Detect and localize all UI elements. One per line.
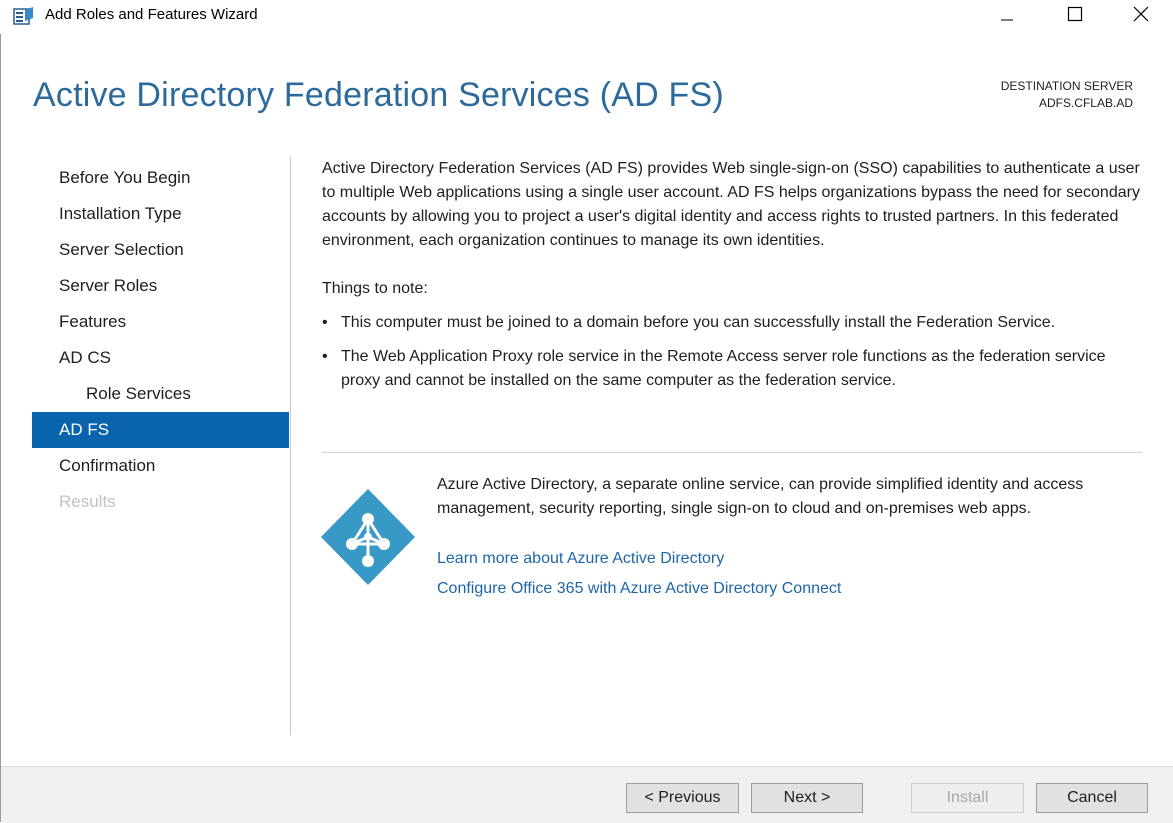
destination-server-info: DESTINATION SERVER ADFS.CFLAB.AD (1001, 78, 1133, 112)
nav-item-confirmation[interactable]: Confirmation (32, 448, 289, 484)
maximize-icon (1067, 6, 1083, 26)
window-title: Add Roles and Features Wizard (45, 6, 258, 23)
page-title: Active Directory Federation Services (AD… (33, 76, 724, 114)
wizard-steps-nav: Before You Begin Installation Type Serve… (32, 160, 289, 520)
minimize-button[interactable] (984, 0, 1030, 32)
note-text: This computer must be joined to a domain… (341, 314, 1056, 331)
bullet-icon: • (322, 314, 328, 331)
cancel-button[interactable]: Cancel (1036, 783, 1148, 813)
note-text: The Web Application Proxy role service i… (341, 348, 1106, 389)
destination-server-name: ADFS.CFLAB.AD (1038, 96, 1133, 110)
nav-item-ad-cs[interactable]: AD CS (32, 340, 289, 376)
section-divider (322, 452, 1142, 453)
maximize-button[interactable] (1052, 0, 1098, 32)
title-bar[interactable]: Add Roles and Features Wizard (0, 0, 1173, 34)
azure-active-directory-icon (321, 489, 415, 585)
next-button[interactable]: Next > (751, 783, 863, 813)
destination-label: DESTINATION SERVER (1000, 79, 1133, 93)
notes-heading: Things to note: (322, 280, 428, 297)
close-icon (1133, 6, 1149, 26)
nav-item-before-you-begin[interactable]: Before You Begin (32, 160, 289, 196)
note-item: • This computer must be joined to a doma… (322, 311, 1142, 335)
previous-button[interactable]: < Previous (626, 783, 739, 813)
note-item: • The Web Application Proxy role service… (322, 345, 1142, 393)
install-button: Install (911, 783, 1024, 813)
nav-item-role-services[interactable]: Role Services (32, 376, 289, 412)
nav-item-installation-type[interactable]: Installation Type (32, 196, 289, 232)
nav-item-ad-fs[interactable]: AD FS (32, 412, 289, 448)
learn-more-azure-ad-link[interactable]: Learn more about Azure Active Directory (437, 550, 724, 568)
main-content: Active Directory Federation Services (AD… (322, 157, 1142, 403)
configure-office365-link[interactable]: Configure Office 365 with Azure Active D… (437, 580, 841, 598)
bullet-icon: • (322, 348, 328, 365)
azure-description: Azure Active Directory, a separate onlin… (437, 476, 1084, 517)
server-manager-icon (13, 6, 35, 26)
nav-item-server-roles[interactable]: Server Roles (32, 268, 289, 304)
nav-item-server-selection[interactable]: Server Selection (32, 232, 289, 268)
nav-divider (290, 157, 291, 735)
minimize-icon (1000, 7, 1014, 26)
nav-item-results: Results (59, 492, 116, 511)
intro-paragraph: Active Directory Federation Services (AD… (322, 160, 1140, 249)
close-button[interactable] (1118, 0, 1164, 32)
nav-item-features[interactable]: Features (32, 304, 289, 340)
window-border (0, 0, 1, 822)
